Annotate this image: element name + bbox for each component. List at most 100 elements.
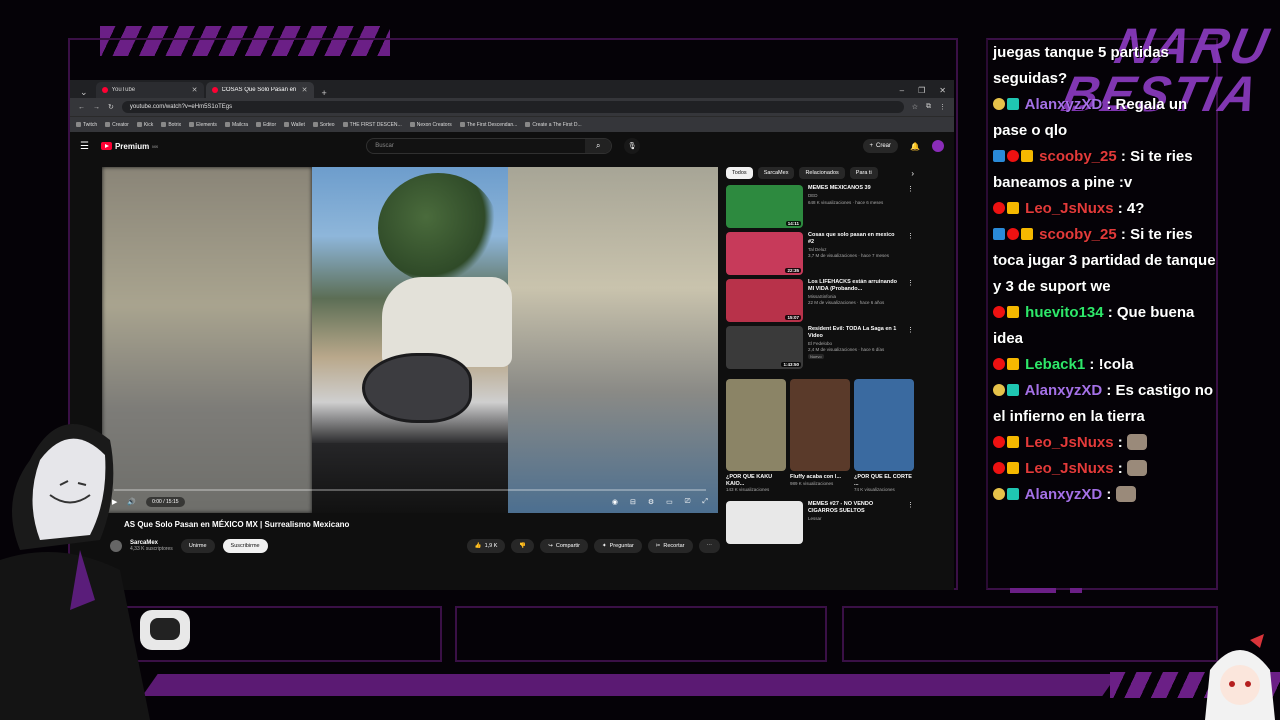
close-tab-icon[interactable]: ✕ [302, 86, 308, 94]
new-tab-button[interactable]: + [316, 88, 333, 98]
short-views: 143 K visualizaciones [726, 487, 770, 493]
chip-all[interactable]: Todos [726, 167, 753, 179]
rec-meta: 22 M de visualizaciones · hace 6 años [808, 300, 885, 306]
tab-video[interactable]: COSAS Que Solo Pasan en MÉX... ✕ [205, 82, 314, 98]
youtube-logo[interactable]: Premium MX [100, 142, 158, 151]
chat-message: AlanxyzXD : Regala un pase o qlo [993, 96, 1188, 139]
more-options-icon[interactable]: ⋮ [907, 279, 914, 326]
chat-badge-icon [1021, 228, 1033, 240]
browser-menu-icon[interactable]: ⋮ [939, 103, 946, 111]
create-label: Crear [876, 143, 892, 149]
maximize-icon[interactable]: ❐ [918, 86, 925, 95]
chip-related[interactable]: Relacionados [799, 167, 845, 179]
bookmark-item[interactable]: Editor [256, 122, 276, 128]
list-item[interactable]: MEMES #27 - NO VENDO CIGARROS SUELTOS Le… [726, 501, 914, 545]
subtitles-icon[interactable]: ⊟ [630, 498, 636, 506]
chat-username[interactable]: AlanxyzXD [1025, 382, 1103, 399]
list-item[interactable]: 1:43:50 Resident Evil: TODA La Saga en 1 … [726, 326, 914, 373]
chat-text: 4? [1126, 200, 1145, 217]
more-options-icon[interactable]: ⋮ [907, 501, 914, 544]
fullscreen-icon[interactable]: ⤢ [702, 498, 708, 506]
new-badge: Nuevo [808, 354, 824, 359]
ask-button[interactable]: ✦ Preguntar [594, 539, 642, 553]
clip-button[interactable]: ✂ Recortar [647, 539, 693, 553]
tab-youtube[interactable]: YouTube ✕ [95, 82, 204, 98]
chat-username[interactable]: Leback1 [1025, 356, 1085, 373]
short-item[interactable]: ¿POR QUE KAKU KAIO... 143 K visualizacion… [726, 379, 786, 493]
bookmark-label: Sorteo [319, 121, 335, 128]
list-item[interactable]: 15:07 Los LIFEHACKS están arruinando MI V… [726, 279, 914, 326]
youtube-play-icon [100, 142, 112, 150]
bookmark-item[interactable]: Botrix [161, 122, 181, 128]
chat-username[interactable]: Leo_JsNuxs [1025, 200, 1113, 217]
settings-gear-icon[interactable]: ⚙ [648, 498, 654, 506]
more-options-icon[interactable]: ⋮ [907, 326, 914, 373]
bookmark-item[interactable]: Twitch [76, 122, 97, 128]
chat-badge-icon [1007, 358, 1019, 370]
bookmark-favicon-icon [161, 122, 167, 127]
search-icon[interactable]: ⌕ [585, 139, 612, 153]
chat-username[interactable]: Leo_JsNuxs [1025, 460, 1113, 477]
url-field[interactable]: youtube.com/watch?v=eHm5S1oTEgs [121, 101, 904, 113]
bookmark-item[interactable]: Elements [189, 122, 217, 128]
bookmark-item[interactable]: The First Descendan... [459, 122, 517, 128]
minimize-icon[interactable]: – [900, 86, 904, 95]
filter-chips: Todos SarcaMex Relacionados Para ti › [726, 167, 914, 179]
chat-username[interactable]: Leo_JsNuxs [1025, 434, 1113, 451]
chip-for-you[interactable]: Para ti [849, 167, 878, 179]
list-item[interactable]: 22:35 Cosas que solo pasan en mexico #2 Ta… [726, 232, 914, 279]
extensions-icon[interactable]: ⧉ [926, 103, 931, 111]
microphone-icon[interactable]: 🎙 [624, 138, 641, 154]
reload-icon[interactable]: ↻ [108, 103, 114, 111]
tab-menu-icon[interactable]: ⌄ [74, 87, 94, 98]
bookmark-label: Kick [143, 121, 154, 128]
dislike-button[interactable]: 👎 [511, 539, 535, 553]
more-options-icon[interactable]: ⋮ [907, 232, 914, 279]
like-button[interactable]: 👍 1,9 K [466, 539, 506, 553]
short-thumbnail [790, 379, 850, 471]
short-item[interactable]: ¿POR QUE EL CORTE ... 74 K visualizacione… [854, 379, 914, 493]
miniplayer-icon[interactable]: ▭ [666, 498, 673, 506]
more-options-icon[interactable]: ⋮ [907, 185, 914, 232]
bookmark-favicon-icon [459, 122, 465, 127]
forward-icon[interactable]: → [93, 104, 100, 111]
create-button[interactable]: + Crear [862, 139, 899, 153]
more-dots-icon: ⋯ [706, 543, 713, 549]
autoplay-toggle-icon[interactable]: ◉ [612, 498, 618, 506]
share-button[interactable]: ↪ Compartir [540, 539, 589, 553]
chat-username[interactable]: huevito134 [1025, 304, 1103, 321]
bookmark-item[interactable]: Kick [136, 121, 154, 128]
chat-username[interactable]: scooby_25 [1039, 226, 1117, 243]
list-item[interactable]: 14:11 MEMES MEXICANOS 39 DED 648 K visualiz… [726, 185, 914, 232]
subscribe-button[interactable]: Suscribirme [222, 539, 268, 553]
chip-channel[interactable]: SarcaMex [757, 167, 795, 179]
bookmark-item[interactable]: Mailcra [224, 122, 248, 128]
close-tab-icon[interactable]: ✕ [192, 86, 198, 94]
bookmark-item[interactable]: Wallet [284, 122, 305, 128]
more-actions-button[interactable]: ⋯ [698, 539, 720, 553]
short-item[interactable]: Fluffy acaba con l... 989 K visualizacion… [790, 379, 850, 493]
account-avatar[interactable] [932, 140, 944, 152]
video-thumbnail [726, 501, 803, 545]
search-placeholder: Buscar [375, 143, 394, 149]
chat-badge-icon [993, 462, 1005, 474]
bookmark-label: Wallet [291, 121, 305, 128]
chat-username[interactable]: AlanxyzXD [1025, 96, 1103, 113]
chevron-right-icon[interactable]: › [911, 169, 914, 178]
chat-badge-icon [993, 228, 1005, 240]
cast-icon[interactable]: ⎚ [685, 498, 691, 506]
chat-username[interactable]: scooby_25 [1039, 148, 1117, 165]
bookmark-star-icon[interactable]: ☆ [912, 103, 918, 111]
hamburger-menu-icon[interactable]: ☰ [80, 141, 89, 152]
back-icon[interactable]: ← [78, 104, 85, 111]
bookmark-item[interactable]: Sorteo [312, 121, 335, 128]
notifications-bell-icon[interactable]: 🔔 [910, 142, 920, 151]
close-window-icon[interactable]: ✕ [939, 86, 946, 95]
bookmark-item[interactable]: Nexon Creators [409, 122, 452, 128]
bookmark-item[interactable]: Create a The First D... [525, 122, 582, 128]
bookmark-item[interactable]: THE FIRST DESCEN... [342, 122, 402, 128]
chat-username[interactable]: AlanxyzXD [1025, 486, 1103, 503]
bookmark-item[interactable]: Creator [105, 122, 129, 128]
shorts-shelf: ¿POR QUE KAKU KAIO... 143 K visualizacion… [726, 379, 914, 493]
search-input[interactable]: Buscar ⌕ [366, 138, 613, 154]
